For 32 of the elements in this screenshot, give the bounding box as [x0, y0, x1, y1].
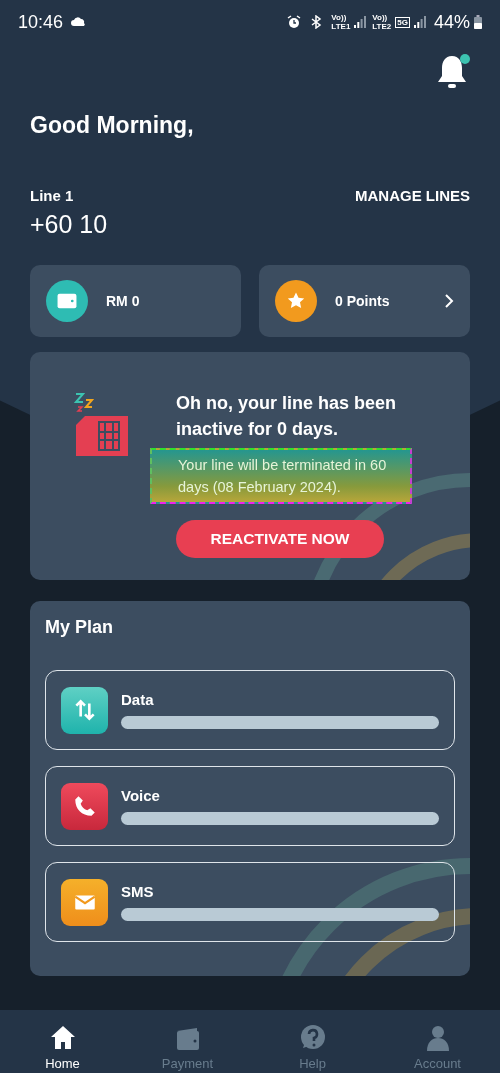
battery-icon — [474, 15, 482, 29]
plan-label: Data — [121, 691, 155, 708]
bluetooth-icon — [309, 15, 324, 29]
balance-amount: RM 0 — [106, 293, 140, 309]
line-label: Line 1 — [30, 187, 75, 204]
clock-time: 10:46 — [18, 11, 64, 33]
weather-icon — [71, 17, 88, 27]
network-label: Vo)) LTE2 — [372, 13, 392, 31]
greeting: Good Morning, — [30, 112, 195, 139]
wallet-icon — [46, 280, 88, 322]
network-label: Vo)) LTE1 — [331, 13, 351, 31]
phone-number: +60 10 — [30, 210, 108, 239]
plan-label: Voice — [121, 787, 161, 804]
plan-label: SMS — [121, 883, 155, 900]
signal-icon — [413, 16, 426, 28]
reactivate-button[interactable]: REACTIVATE NOW — [176, 520, 384, 558]
manage-lines-link[interactable]: MANAGE LINES — [355, 187, 470, 204]
signal-icon — [354, 16, 367, 28]
points-card[interactable]: 0 Points — [259, 265, 470, 337]
nav-tab[interactable]: Home — [0, 1010, 125, 1073]
termination-notice: Your line will be terminated in 60 days (08 February 2024). — [150, 448, 412, 504]
alarm-icon — [287, 15, 302, 29]
balance-card[interactable]: RM 0 — [30, 265, 241, 337]
alert-title: Oh no, your line has been inactive for 0 days. — [176, 392, 398, 441]
points-balance: 0 Points — [335, 293, 390, 309]
plan-title: My Plan — [45, 617, 115, 638]
network-badge: 5G — [395, 16, 410, 28]
chevron-right-icon — [444, 293, 454, 309]
plan-item[interactable]: SMS — [45, 862, 455, 942]
plan-item[interactable]: Voice — [45, 766, 455, 846]
plan-item[interactable]: Data — [45, 670, 455, 750]
battery-percentage: 44% — [433, 11, 470, 33]
